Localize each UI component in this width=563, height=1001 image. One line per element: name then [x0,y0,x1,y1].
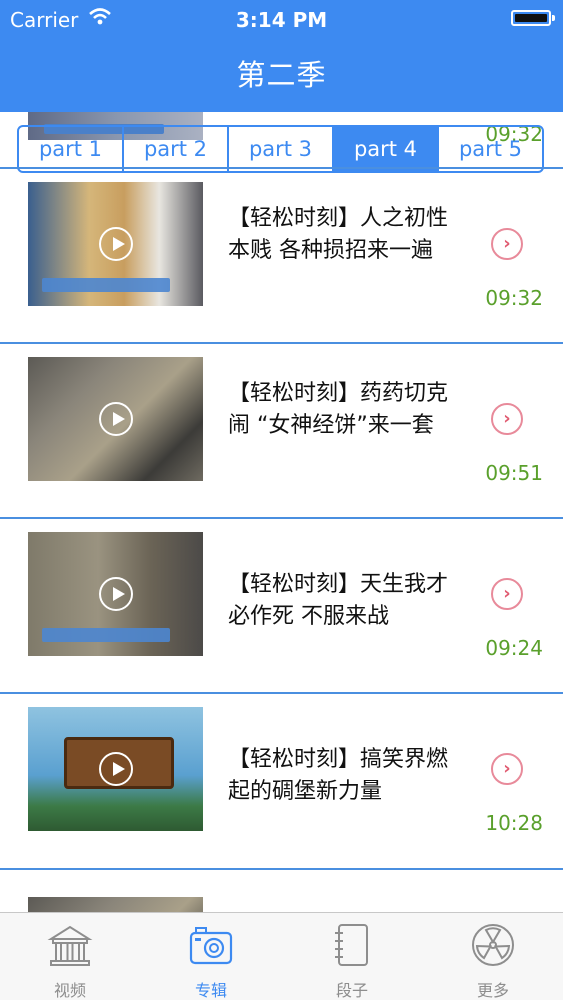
tab-label: 更多 [476,981,509,1000]
chevron-right-icon[interactable]: › [491,403,523,435]
tab-label: 专辑 [194,981,227,1000]
play-icon [98,227,133,261]
play-icon [98,402,133,436]
nav-header: Carrier 3:14 PM 第二季 [0,0,563,112]
status-time: 3:14 PM [235,8,328,32]
segment-part-5[interactable]: part 5 [439,127,542,171]
play-icon [98,752,133,786]
video-thumbnail [28,357,203,481]
video-thumbnail [28,897,203,912]
video-title: 【轻松时刻】人之初性本贱 各种损招来一遍 [228,206,449,263]
list-item[interactable]: 【轻松时刻】天生我才必作死 不服来战 › 09:24 [0,519,563,693]
notebook-icon [335,924,368,966]
chevron-right-icon[interactable]: › [491,578,523,610]
part-segmented-control: part 1 part 2 part 3 part 4 part 5 [17,125,544,173]
segment-part-2[interactable]: part 2 [124,127,229,171]
list-item[interactable]: 【轻松时刻】搞笑界燃起的碉堡新力量 › 10:28 [0,694,563,868]
video-thumbnail [28,182,203,306]
tab-bar: 视频 专辑 段子 更多 [0,912,563,1000]
segment-part-1[interactable]: part 1 [19,127,124,171]
camera-icon [189,927,233,965]
status-bar: Carrier 3:14 PM [0,0,563,40]
page-title: 第二季 [236,58,327,92]
video-title: 【轻松时刻】天生我才必作死 不服来战 [228,572,449,629]
video-list[interactable]: 09:32 part 1 part 2 part 3 part 4 part 5… [0,112,563,912]
video-duration: 09:24 [485,636,543,660]
video-duration: 10:28 [485,811,543,835]
tab-more[interactable]: 更多 [423,913,563,1001]
list-item[interactable]: 【轻松时刻】药药切克闹 “女神经饼”来一套 › 09:51 [0,344,563,518]
building-icon [47,925,93,966]
chevron-right-icon[interactable]: › [491,228,523,260]
video-thumbnail [28,532,203,656]
video-duration: 09:32 [485,286,543,310]
chevron-right-icon[interactable]: › [491,753,523,785]
segment-part-3[interactable]: part 3 [229,127,334,171]
tab-video[interactable]: 视频 [0,913,140,1001]
film-reel-icon [472,924,514,966]
play-icon [98,577,133,611]
tab-label: 视频 [53,981,86,1000]
tab-jokes[interactable]: 段子 [282,913,422,1001]
video-title: 【轻松时刻】药药切克闹 “女神经饼”来一套 [228,381,449,438]
tab-label: 段子 [335,981,368,1000]
list-item[interactable]: 【轻松时刻】人之初性本贱 各种损招来一遍 › 09:32 [0,169,563,343]
segment-part-4[interactable]: part 4 [334,127,439,171]
list-item[interactable] [0,870,563,912]
video-title: 【轻松时刻】搞笑界燃起的碉堡新力量 [228,747,449,804]
video-duration: 09:51 [485,461,543,485]
tab-album[interactable]: 专辑 [141,913,281,1001]
battery-icon [511,10,555,26]
video-thumbnail [28,707,203,831]
